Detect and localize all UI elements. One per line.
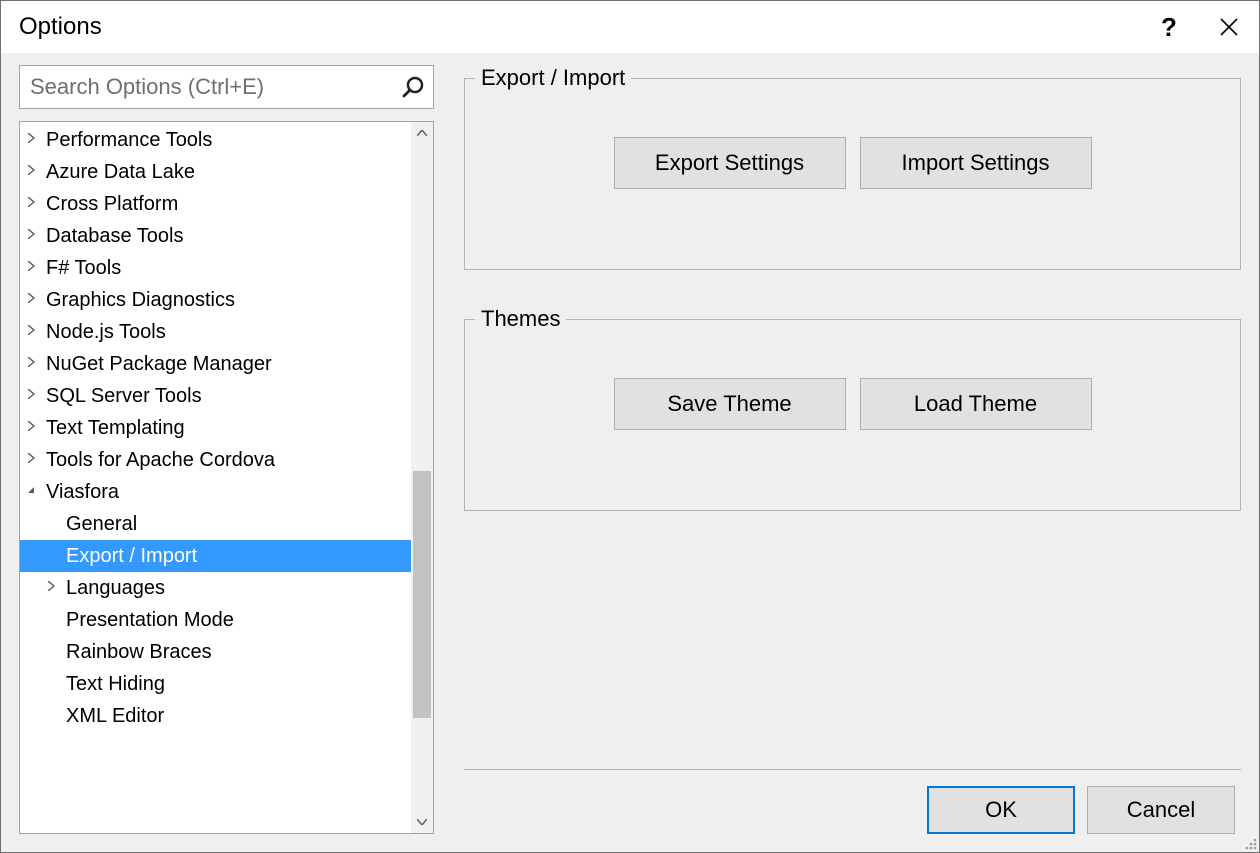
chevron-up-icon	[417, 130, 427, 136]
tree-item[interactable]: Tools for Apache Cordova	[20, 444, 411, 476]
tree-item[interactable]: SQL Server Tools	[20, 380, 411, 412]
tree-item-label: Cross Platform	[46, 193, 178, 216]
expander-collapsed-icon[interactable]	[26, 389, 40, 403]
tree-item[interactable]: F# Tools	[20, 252, 411, 284]
tree-item-label: Text Templating	[46, 417, 185, 440]
tree-item-label: Database Tools	[46, 225, 184, 248]
expander-collapsed-icon[interactable]	[26, 325, 40, 339]
tree-item-label: F# Tools	[46, 257, 121, 280]
tree-item-label: Node.js Tools	[46, 321, 166, 344]
options-tree[interactable]: Performance Tools Azure Data Lake Cross Pl…	[19, 121, 434, 834]
tree-item[interactable]: Rainbow Braces	[20, 636, 411, 668]
tree-item[interactable]: Performance Tools	[20, 124, 411, 156]
tree-item-label: General	[66, 513, 137, 536]
expander-collapsed-icon[interactable]	[26, 357, 40, 371]
tree-item-label: SQL Server Tools	[46, 385, 202, 408]
tree-item-label: Rainbow Braces	[66, 641, 212, 664]
tree-item-label: Text Hiding	[66, 673, 165, 696]
footer-separator	[464, 769, 1241, 770]
tree-item[interactable]: Text Hiding	[20, 668, 411, 700]
expander-collapsed-icon[interactable]	[26, 229, 40, 243]
options-dialog: Options ?	[0, 0, 1260, 853]
expander-none	[46, 645, 60, 659]
tree-item[interactable]: General	[20, 508, 411, 540]
tree-item[interactable]: Export / Import	[20, 540, 411, 572]
expander-none	[46, 709, 60, 723]
options-page: Export / Import Export Settings Import S…	[464, 65, 1241, 834]
tree-item-label: Graphics Diagnostics	[46, 289, 235, 312]
scroll-down-button[interactable]	[411, 811, 433, 833]
tree-scrollbar[interactable]	[411, 122, 433, 833]
scroll-up-button[interactable]	[411, 122, 433, 144]
tree-item[interactable]: Presentation Mode	[20, 604, 411, 636]
expander-none	[46, 549, 60, 563]
expander-collapsed-icon[interactable]	[26, 421, 40, 435]
tree-item[interactable]: Azure Data Lake	[20, 156, 411, 188]
load-theme-button[interactable]: Load Theme	[860, 378, 1092, 430]
tree-item[interactable]: Database Tools	[20, 220, 411, 252]
close-icon	[1220, 18, 1238, 36]
titlebar: Options ?	[1, 1, 1259, 53]
expander-collapsed-icon[interactable]	[26, 133, 40, 147]
window-title: Options	[19, 13, 102, 41]
scrollbar-track[interactable]	[411, 144, 433, 811]
expander-collapsed-icon[interactable]	[46, 581, 60, 595]
search-icon[interactable]	[393, 66, 433, 108]
tree-item[interactable]: Cross Platform	[20, 188, 411, 220]
expander-none	[46, 677, 60, 691]
expander-collapsed-icon[interactable]	[26, 197, 40, 211]
expander-none	[46, 613, 60, 627]
tree-item-label: Languages	[66, 577, 165, 600]
resize-grip-icon	[1241, 834, 1257, 850]
ok-button[interactable]: OK	[927, 786, 1075, 834]
group-export-import: Export / Import Export Settings Import S…	[464, 65, 1241, 270]
expander-collapsed-icon[interactable]	[26, 165, 40, 179]
expander-none	[46, 517, 60, 531]
tree-item[interactable]: Viasfora	[20, 476, 411, 508]
tree-item[interactable]: Languages	[20, 572, 411, 604]
tree-item-label: Presentation Mode	[66, 609, 234, 632]
search-input[interactable]	[20, 68, 393, 106]
group-legend-export-import: Export / Import	[475, 65, 631, 91]
cancel-button[interactable]: Cancel	[1087, 786, 1235, 834]
expander-collapsed-icon[interactable]	[26, 261, 40, 275]
tree-item[interactable]: XML Editor	[20, 700, 411, 732]
close-button[interactable]	[1199, 1, 1259, 53]
resize-grip[interactable]	[1241, 834, 1257, 850]
expander-collapsed-icon[interactable]	[26, 453, 40, 467]
tree-item-label: Performance Tools	[46, 129, 212, 152]
tree-item[interactable]: NuGet Package Manager	[20, 348, 411, 380]
tree-item-label: Export / Import	[66, 545, 197, 568]
import-settings-button[interactable]: Import Settings	[860, 137, 1092, 189]
tree-item-label: XML Editor	[66, 705, 164, 728]
tree-item-label: Azure Data Lake	[46, 161, 195, 184]
help-button[interactable]: ?	[1139, 1, 1199, 53]
tree-item-label: Viasfora	[46, 481, 119, 504]
group-themes: Themes Save Theme Load Theme	[464, 306, 1241, 511]
expander-expanded-icon[interactable]	[26, 485, 40, 499]
scrollbar-thumb[interactable]	[413, 471, 431, 718]
tree-item[interactable]: Text Templating	[20, 412, 411, 444]
export-settings-button[interactable]: Export Settings	[614, 137, 846, 189]
tree-item-label: NuGet Package Manager	[46, 353, 272, 376]
chevron-down-icon	[417, 819, 427, 825]
expander-collapsed-icon[interactable]	[26, 293, 40, 307]
save-theme-button[interactable]: Save Theme	[614, 378, 846, 430]
tree-item-label: Tools for Apache Cordova	[46, 449, 275, 472]
search-options[interactable]	[19, 65, 434, 109]
help-icon: ?	[1161, 12, 1177, 43]
tree-item[interactable]: Node.js Tools	[20, 316, 411, 348]
group-legend-themes: Themes	[475, 306, 566, 332]
tree-item[interactable]: Graphics Diagnostics	[20, 284, 411, 316]
